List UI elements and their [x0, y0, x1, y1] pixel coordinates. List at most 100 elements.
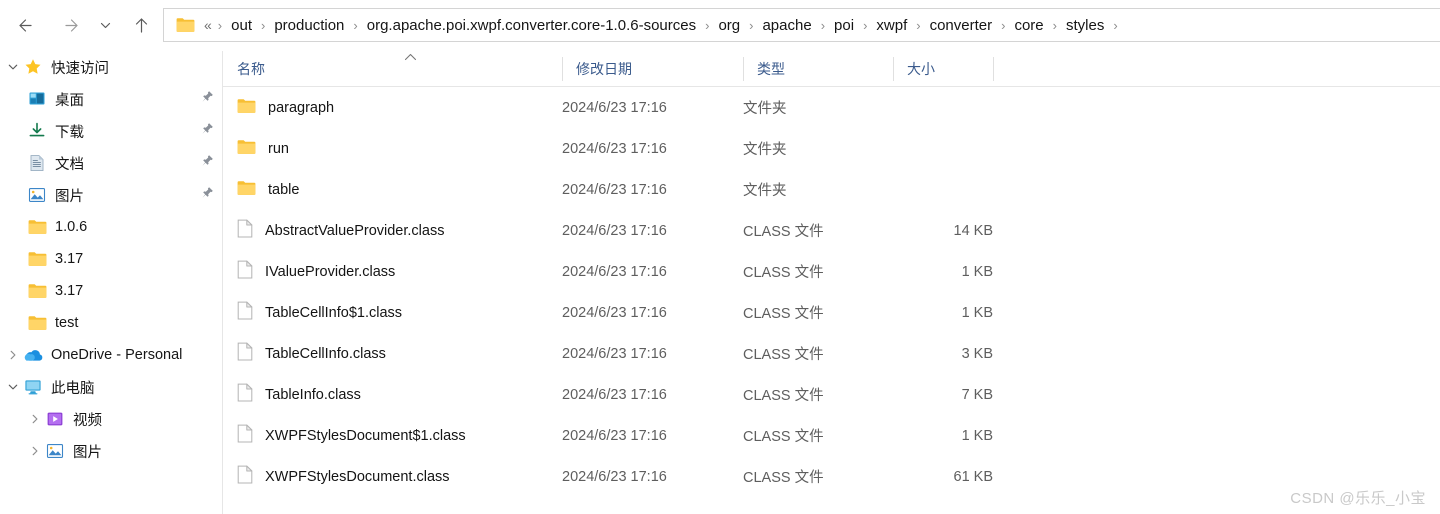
navigation-pane[interactable]: 快速访问 桌面 下载 文档 图片 1.0.6 3.17 3.17 test OneDrive - … [0, 51, 222, 514]
folder-icon [26, 219, 48, 235]
cell-name[interactable]: run [223, 139, 289, 159]
cell-name[interactable]: XWPFStylesDocument$1.class [223, 424, 466, 447]
table-row[interactable]: IValueProvider.class 2024/6/23 17:16 CLASS… [223, 251, 1440, 292]
column-divider[interactable] [993, 57, 994, 81]
breadcrumb-item-poi[interactable]: poi [831, 16, 857, 35]
table-row[interactable]: XWPFStylesDocument.class 2024/6/23 17:16 C… [223, 456, 1440, 497]
table-row[interactable]: TableInfo.class 2024/6/23 17:16 CLASS 文件 7 … [223, 374, 1440, 415]
crumb-separator[interactable]: › [212, 19, 228, 32]
cell-type: CLASS 文件 [743, 347, 824, 363]
file-name-text: AbstractValueProvider.class [265, 222, 445, 239]
cell-name[interactable]: paragraph [223, 98, 334, 118]
sidebar-item-label: 3.17 [55, 251, 84, 267]
chevron-right-icon[interactable] [26, 413, 44, 425]
sidebar-item-3[interactable]: 文档 [0, 147, 222, 179]
cell-type: CLASS 文件 [743, 470, 824, 486]
crumb-separator[interactable]: › [815, 19, 831, 32]
back-button[interactable] [7, 8, 41, 42]
sidebar-item-0[interactable]: 快速访问 [0, 51, 222, 83]
cell-name[interactable]: IValueProvider.class [223, 260, 395, 283]
pin-icon[interactable] [201, 122, 214, 140]
crumb-separator[interactable]: › [910, 19, 926, 32]
sidebar-item-label: 此电脑 [51, 380, 95, 397]
crumb-separator[interactable]: › [857, 19, 873, 32]
sidebar-item-12[interactable]: 图片 [0, 435, 222, 467]
sidebar-item-11[interactable]: 视频 [0, 403, 222, 435]
crumb-separator[interactable]: › [995, 19, 1011, 32]
folder-icon [26, 283, 48, 299]
breadcrumb-item-org-apache-poi-xwpf-converter-core-1-0-6-sources[interactable]: org.apache.poi.xwpf.converter.core-1.0.6… [364, 16, 699, 35]
column-header-name[interactable]: 名称 [223, 51, 562, 87]
sidebar-item-label: 图片 [55, 188, 84, 205]
pin-icon[interactable] [201, 186, 214, 204]
cell-type: CLASS 文件 [743, 224, 824, 240]
cell-type: 文件夹 [743, 183, 787, 199]
crumb-separator[interactable]: › [255, 19, 271, 32]
cell-type: 文件夹 [743, 142, 787, 158]
folder-icon [176, 18, 195, 32]
sidebar-item-7[interactable]: 3.17 [0, 275, 222, 307]
file-icon [237, 424, 253, 447]
sidebar-item-1[interactable]: 桌面 [0, 83, 222, 115]
column-header-date[interactable]: 修改日期 [562, 51, 743, 87]
file-name-text: paragraph [268, 99, 335, 116]
breadcrumb-item-production[interactable]: production [271, 16, 347, 35]
crumb-separator[interactable]: › [699, 19, 715, 32]
cell-name[interactable]: XWPFStylesDocument.class [223, 465, 450, 488]
star-icon [22, 58, 44, 76]
crumb-separator[interactable]: › [347, 19, 363, 32]
breadcrumb-item-xwpf[interactable]: xwpf [873, 16, 910, 35]
breadcrumb-item-apache[interactable]: apache [759, 16, 814, 35]
address-overflow-chevrons[interactable]: « [204, 17, 212, 33]
sidebar-item-5[interactable]: 1.0.6 [0, 211, 222, 243]
sidebar-item-8[interactable]: test [0, 307, 222, 339]
up-button[interactable] [124, 8, 158, 42]
chevron-right-icon[interactable] [26, 445, 44, 457]
column-header-type[interactable]: 类型 [743, 51, 893, 87]
pin-icon[interactable] [201, 90, 214, 108]
cell-name[interactable]: TableCellInfo$1.class [223, 301, 402, 324]
column-header-size[interactable]: 大小 [893, 51, 993, 87]
sidebar-item-10[interactable]: 此电脑 [0, 371, 222, 403]
cell-size: 1 KB [961, 304, 993, 321]
file-name-text: TableCellInfo.class [265, 345, 386, 362]
sidebar-item-9[interactable]: OneDrive - Personal [0, 339, 222, 371]
sidebar-item-4[interactable]: 图片 [0, 179, 222, 211]
cell-name[interactable]: AbstractValueProvider.class [223, 219, 444, 242]
cell-size: 7 KB [961, 386, 993, 403]
table-row[interactable]: paragraph 2024/6/23 17:16 文件夹 [223, 87, 1440, 128]
table-row[interactable]: table 2024/6/23 17:16 文件夹 [223, 169, 1440, 210]
crumb-separator[interactable]: › [1047, 19, 1063, 32]
sidebar-item-2[interactable]: 下载 [0, 115, 222, 147]
table-row[interactable]: AbstractValueProvider.class 2024/6/23 17:… [223, 210, 1440, 251]
cell-name[interactable]: TableInfo.class [223, 383, 361, 406]
forward-button[interactable] [55, 8, 89, 42]
table-row[interactable]: run 2024/6/23 17:16 文件夹 [223, 128, 1440, 169]
breadcrumb-item-styles[interactable]: styles [1063, 16, 1107, 35]
recent-locations-button[interactable] [92, 8, 118, 42]
sidebar-item-label: 1.0.6 [55, 219, 88, 235]
breadcrumb-item-converter[interactable]: converter [927, 16, 996, 35]
sort-ascending-icon [404, 53, 417, 64]
table-row[interactable]: TableCellInfo.class 2024/6/23 17:16 CLASS … [223, 333, 1440, 374]
table-row[interactable]: TableCellInfo$1.class 2024/6/23 17:16 CLAS… [223, 292, 1440, 333]
navigation-bar: « › ›out›production›org.apache.poi.xwpf.… [0, 0, 1440, 51]
pin-icon[interactable] [201, 154, 214, 172]
file-icon [237, 219, 253, 242]
breadcrumb-item-org[interactable]: org [715, 16, 743, 35]
address-bar[interactable]: « › ›out›production›org.apache.poi.xwpf.… [163, 8, 1440, 42]
breadcrumb-item-out[interactable]: out [228, 16, 255, 35]
crumb-separator[interactable]: › [1107, 19, 1123, 32]
chevron-down-icon[interactable] [4, 381, 22, 393]
table-row[interactable]: XWPFStylesDocument$1.class 2024/6/23 17:1… [223, 415, 1440, 456]
cell-name[interactable]: TableCellInfo.class [223, 342, 386, 365]
breadcrumb-item-core[interactable]: core [1011, 16, 1046, 35]
chevron-down-icon[interactable] [4, 61, 22, 73]
file-list[interactable]: paragraph 2024/6/23 17:16 文件夹 run 2024/6/23 … [223, 87, 1440, 497]
file-list-pane[interactable]: 名称 修改日期 类型 大小 paragraph 2024/6/23 17:16 文件… [223, 51, 1440, 514]
cell-name[interactable]: table [223, 180, 299, 200]
sidebar-item-label: 文档 [55, 156, 84, 173]
chevron-right-icon[interactable] [4, 349, 22, 361]
crumb-separator[interactable]: › [743, 19, 759, 32]
sidebar-item-6[interactable]: 3.17 [0, 243, 222, 275]
